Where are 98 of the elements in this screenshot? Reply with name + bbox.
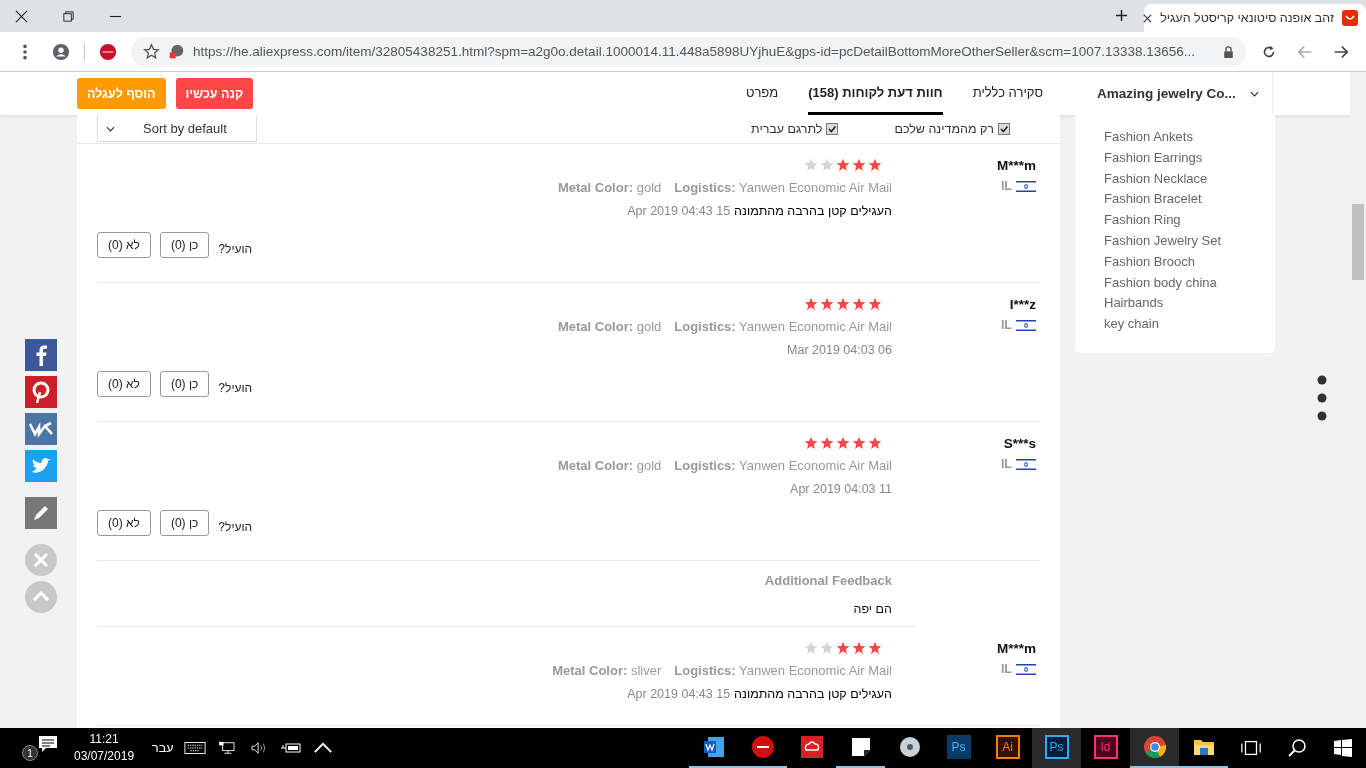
review-text: העגילים קטן בהרבה מהתמונה	[734, 687, 892, 701]
browser-tab[interactable]: זהב אופנה סיטונאי קריסטל העגיל	[1144, 4, 1366, 32]
yes-vote-button[interactable]: כן (0)	[159, 232, 210, 258]
vk-icon[interactable]	[25, 413, 57, 445]
category-link[interactable]: Fashion Bracelet	[1104, 191, 1275, 209]
lock-icon	[1223, 45, 1234, 58]
category-link[interactable]: Fashion body china	[1104, 274, 1275, 292]
language-indicator[interactable]: עבר	[152, 741, 174, 755]
flag-icon	[1016, 457, 1036, 471]
facebook-icon[interactable]	[25, 339, 57, 371]
disc-icon	[897, 735, 922, 759]
metal-color-info: Metal Color: sliver	[552, 663, 662, 678]
category-link[interactable]: Fashion Brooch	[1104, 253, 1275, 271]
pencil-icon[interactable]	[25, 497, 57, 529]
close-icon[interactable]	[15, 9, 28, 23]
notification-icon[interactable]	[38, 735, 58, 753]
windows-start-icon[interactable]	[1332, 738, 1354, 758]
chevron-down-icon	[106, 125, 115, 132]
twitter-icon[interactable]	[25, 450, 57, 482]
cloud-icon	[799, 735, 824, 759]
reviewer-name: M***m	[997, 158, 1036, 173]
taskbar-app[interactable]: Ps	[934, 728, 983, 768]
logistics-info: Logistics: Yanwen Economic Air Mail	[674, 663, 892, 678]
chevron-up-icon[interactable]	[311, 741, 334, 755]
chevron-down-icon	[1249, 90, 1259, 97]
new-tab-icon[interactable]	[1115, 9, 1128, 22]
no-vote-button[interactable]: לא (0)	[97, 232, 151, 258]
metal-color-info: Metal Color: gold	[557, 180, 662, 195]
flag-icon	[1016, 318, 1036, 332]
page-tab[interactable]: סקירה כללית	[972, 72, 1043, 115]
filter-label: רק מהמדינה שלכם	[894, 122, 994, 136]
taskbar-app[interactable]	[1130, 728, 1179, 768]
notification-badge: 1	[22, 745, 38, 761]
restore-icon[interactable]	[62, 9, 75, 23]
reviewer-name: S***s	[1003, 436, 1036, 451]
category-link[interactable]: Fashion Ankets	[1104, 129, 1275, 146]
pinterest-icon[interactable]	[25, 376, 57, 408]
additional-feedback-text: הם יפה	[853, 602, 892, 616]
country-code: IL	[1000, 318, 1012, 332]
category-link[interactable]: Fashion Ring	[1104, 212, 1275, 229]
yes-vote-button[interactable]: כן (0)	[159, 371, 210, 397]
category-link[interactable]: Hairbands	[1104, 295, 1275, 313]
additional-feedback-title: Additional Feedback	[764, 573, 892, 588]
clock[interactable]: 11:21 03/07/2019	[74, 731, 135, 765]
taskbar-app[interactable]: Ps	[1032, 728, 1081, 768]
category-link[interactable]: key chain	[1104, 316, 1275, 333]
page-tab[interactable]: מפרט	[745, 72, 779, 115]
reviewer-name: M***m	[997, 641, 1036, 656]
profile-icon[interactable]	[52, 42, 70, 61]
app-letter-icon: Ai	[995, 735, 1020, 759]
app-letter-icon: Ps	[946, 735, 971, 759]
logistics-info: Logistics: Yanwen Economic Air Mail	[674, 319, 892, 334]
app-letter-icon: Ps	[1044, 735, 1069, 759]
battery-icon[interactable]	[279, 741, 302, 755]
category-link[interactable]: Fashion Earrings	[1104, 149, 1275, 167]
country-code: IL	[1000, 662, 1012, 676]
word-icon	[701, 735, 726, 759]
sort-dropdown[interactable]: Sort by default	[97, 116, 257, 142]
checkbox[interactable]	[998, 123, 1010, 135]
search-icon[interactable]	[1286, 738, 1308, 758]
logistics-info: Logistics: Yanwen Economic Air Mail	[674, 180, 892, 195]
country-code: IL	[1000, 179, 1012, 193]
tab-title: זהב אופנה סיטונאי קריסטל העגיל	[1160, 11, 1334, 25]
filter-label: לתרגם עברית	[751, 122, 823, 136]
yes-vote-button[interactable]: כן (0)	[159, 510, 210, 536]
no-vote-button[interactable]: לא (0)	[97, 371, 151, 397]
taskbar-app[interactable]: Ai	[983, 728, 1032, 768]
extension-icon[interactable]	[99, 42, 117, 61]
task-view-icon[interactable]	[1240, 738, 1262, 758]
review-date: Apr 2019 04:03 11	[790, 482, 892, 496]
star-icon[interactable]	[143, 43, 160, 60]
metal-color-info: Metal Color: gold	[557, 319, 662, 334]
flag-icon	[1016, 662, 1036, 676]
checkbox[interactable]	[826, 123, 839, 135]
metal-color-info: Metal Color: gold	[557, 458, 662, 473]
more-icon[interactable]	[1317, 375, 1327, 421]
review-date: Mar 2019 04:03 06	[787, 343, 892, 357]
review-date: Apr 2019 04:43 15	[627, 687, 731, 701]
helpful-label: הועיל?	[218, 520, 253, 534]
close-icon[interactable]	[1143, 13, 1153, 23]
review-date: Apr 2019 04:43 15	[627, 204, 731, 218]
review-text: העגילים קטן בהרבה מהתמונה	[734, 204, 892, 218]
helpful-label: הועיל?	[218, 242, 253, 256]
app-letter-icon: Id	[1093, 735, 1118, 759]
category-link[interactable]: Fashion Necklace	[1104, 170, 1275, 188]
country-code: IL	[1000, 457, 1012, 471]
keyboard-icon[interactable]	[183, 741, 206, 755]
no-vote-button[interactable]: לא (0)	[97, 510, 151, 536]
bag-icon	[1342, 10, 1358, 26]
reviewer-name: I***z	[1009, 297, 1036, 312]
taskbar-app[interactable]: Id	[1081, 728, 1130, 768]
flag-icon	[1016, 179, 1036, 193]
helpful-label: הועיל?	[218, 381, 253, 395]
logistics-info: Logistics: Yanwen Economic Air Mail	[674, 458, 892, 473]
address-field[interactable]: https://he.aliexpress.com/item/32805438251.html?spm=a2g0o.detail.1000014.11.448a5898UYjhuE&gps-id=pcDetailBottomMoreOtherSeller&scm=1007.13338.13656...	[131, 36, 1246, 67]
ball-icon	[750, 735, 775, 759]
category-link[interactable]: Fashion Jewelry Set	[1104, 233, 1275, 250]
chrome-icon	[1142, 735, 1167, 759]
